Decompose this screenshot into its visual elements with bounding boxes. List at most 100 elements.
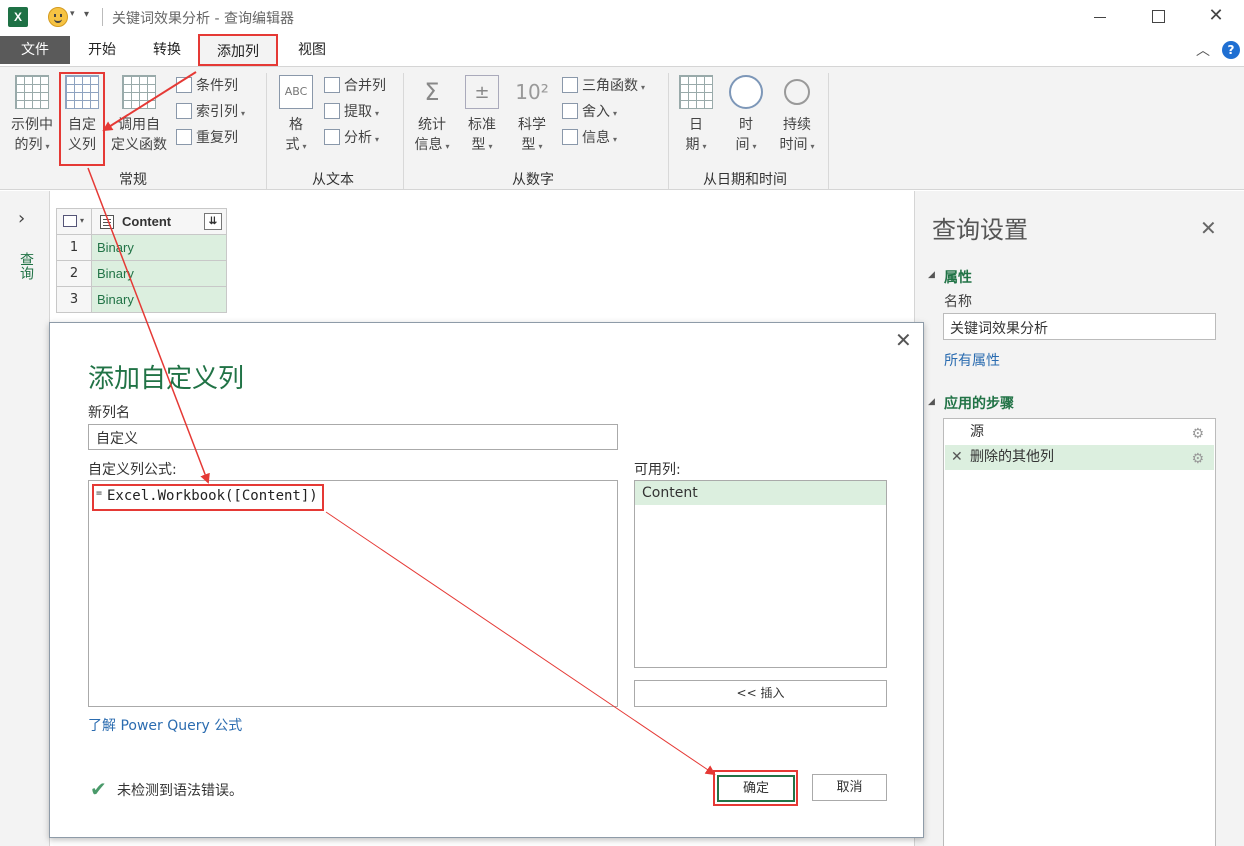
trigonometry-button[interactable]: 三角函数 ▾ [562,75,645,95]
invoke-custom-function-button[interactable]: 调用自 定义函数 [106,75,172,155]
table-menu-icon[interactable]: ▾ [56,208,92,235]
group-separator [668,73,669,189]
applied-steps-heading: 应用的步骤 [944,396,1014,412]
column-type-icon[interactable] [100,215,114,229]
ribbon-collapse-icon[interactable]: ︿ [1196,40,1210,60]
statistics-button[interactable]: Σ 统计 信息 ▾ [410,75,454,157]
learn-power-query-formulas-link[interactable]: 了解 Power Query 公式 [88,715,242,735]
properties-heading: 属性 [944,270,972,286]
table-cell-binary[interactable]: Binary [91,260,227,287]
dialog-close-icon[interactable]: ✕ [895,328,912,352]
collapse-triangle-icon[interactable]: ◢ [928,397,935,407]
delete-step-icon[interactable]: ✕ [951,445,963,470]
extract-icon [324,103,340,119]
column-header-content[interactable]: Content ⇊ [91,208,227,235]
custom-formula-label: 自定义列公式: [88,462,177,478]
parse-button[interactable]: 分析 ▾ [324,127,379,147]
stopwatch-icon [784,79,810,105]
name-label: 名称 [944,294,972,310]
merge-columns-icon [324,77,340,93]
scientific-button[interactable]: 10² 科学 型 ▾ [512,75,552,157]
new-column-name-input[interactable]: 自定义 [88,424,618,450]
collapse-triangle-icon[interactable]: ◢ [928,270,935,280]
title-separator [102,8,103,26]
calendar-icon [679,75,713,109]
index-column-icon [176,103,192,119]
insert-button[interactable]: << 插入 [634,680,887,707]
ribbon: 示例中 的列 ▾ 自定 义列 调用自 定义函数 条件列 索引列 ▾ 重复列 常规 A… [0,66,1244,190]
query-name-input[interactable]: 关键词效果分析 [943,313,1216,340]
row-number: 1 [56,234,92,261]
date-button[interactable]: 日 期 ▾ [676,75,716,157]
dialog-title: 添加自定义列 [88,364,245,394]
format-button[interactable]: ABC 格 式 ▾ [276,75,316,157]
tab-file[interactable]: 文件 [0,36,70,64]
list-item-available-column[interactable]: Content [635,481,886,505]
expand-column-icon[interactable]: ⇊ [204,213,222,230]
format-abc-icon: ABC [279,75,313,109]
custom-formula-editor[interactable] [88,480,618,707]
all-properties-link[interactable]: 所有属性 [944,350,1000,370]
applied-steps-list: 源 ⚙ ✕ 删除的其他列 ⚙ [943,418,1216,846]
merge-columns-button[interactable]: 合并列 [324,75,386,95]
quick-access-customize-icon[interactable]: ▾ [84,9,89,20]
cancel-button[interactable]: 取消 [812,774,887,801]
parse-icon [324,129,340,145]
minimize-button[interactable] [1088,6,1112,28]
clock-icon [729,75,763,109]
rounding-icon [562,103,578,119]
smiley-dropdown-icon[interactable]: ▾ [70,9,75,19]
tab-home[interactable]: 开始 [78,34,126,66]
duration-button[interactable]: 持续 时间 ▾ [774,75,820,157]
table-cell-binary[interactable]: Binary [91,286,227,313]
annotation-box-ok [713,770,798,806]
queries-pane-label[interactable]: 查询 [16,252,36,280]
window-title: 关键词效果分析 - 查询编辑器 [112,11,294,27]
tab-transform[interactable]: 转换 [143,34,191,66]
sigma-icon: Σ [424,78,440,106]
duplicate-column-icon [176,129,192,145]
feedback-smiley-icon[interactable] [48,7,68,27]
annotation-box-custom-column [59,72,105,166]
power-ten-icon: 10² [515,80,549,104]
column-from-examples-button[interactable]: 示例中 的列 ▾ [6,75,58,157]
data-preview-grid: ▾ Content ⇊ 1 Binary 2 Binary 3 Binary [56,208,227,314]
maximize-button[interactable] [1146,6,1170,28]
standard-button[interactable]: ± 标准 型 ▾ [462,75,502,157]
tab-add-column[interactable]: 添加列 [198,34,278,66]
triangle-icon [562,77,578,93]
list-item-step-source[interactable]: 源 ⚙ [945,420,1214,445]
time-button[interactable]: 时 间 ▾ [724,75,768,157]
tab-view[interactable]: 视图 [288,34,336,66]
group-label-from-number: 从数字 [512,172,554,188]
help-icon[interactable]: ? [1222,41,1240,59]
syntax-status-text: 未检测到语法错误。 [117,783,243,799]
information-button[interactable]: 信息 ▾ [562,127,617,147]
group-label-general: 常规 [119,172,147,188]
close-settings-icon[interactable]: ✕ [1200,216,1217,240]
list-item-step-removed-other-columns[interactable]: ✕ 删除的其他列 ⚙ [945,445,1214,470]
table-cell-binary[interactable]: Binary [91,234,227,261]
row-number: 3 [56,286,92,313]
gear-icon[interactable]: ⚙ [1191,422,1204,447]
gear-icon[interactable]: ⚙ [1191,447,1204,472]
information-icon [562,129,578,145]
arithmetic-icon: ± [465,75,499,109]
duplicate-column-button[interactable]: 重复列 [176,127,238,147]
index-column-button[interactable]: 索引列 ▾ [176,101,245,121]
available-columns-label: 可用列: [634,462,681,478]
conditional-column-button[interactable]: 条件列 [176,75,238,95]
new-column-name-label: 新列名 [88,405,130,421]
query-settings-title: 查询设置 [932,216,1028,244]
group-separator [403,73,404,189]
queries-pane-collapsed [0,191,50,846]
invoke-function-icon [122,75,156,109]
expand-queries-chevron-icon[interactable]: › [18,208,25,229]
window-close-button[interactable]: ✕ [1204,4,1228,28]
available-columns-list[interactable] [634,480,887,668]
rounding-button[interactable]: 舍入 ▾ [562,101,617,121]
ribbon-tab-bar: 文件 开始 转换 添加列 视图 ︿ ? [0,34,1244,66]
excel-app-icon[interactable]: X [8,7,28,27]
check-icon: ✔ [90,777,107,801]
extract-button[interactable]: 提取 ▾ [324,101,379,121]
